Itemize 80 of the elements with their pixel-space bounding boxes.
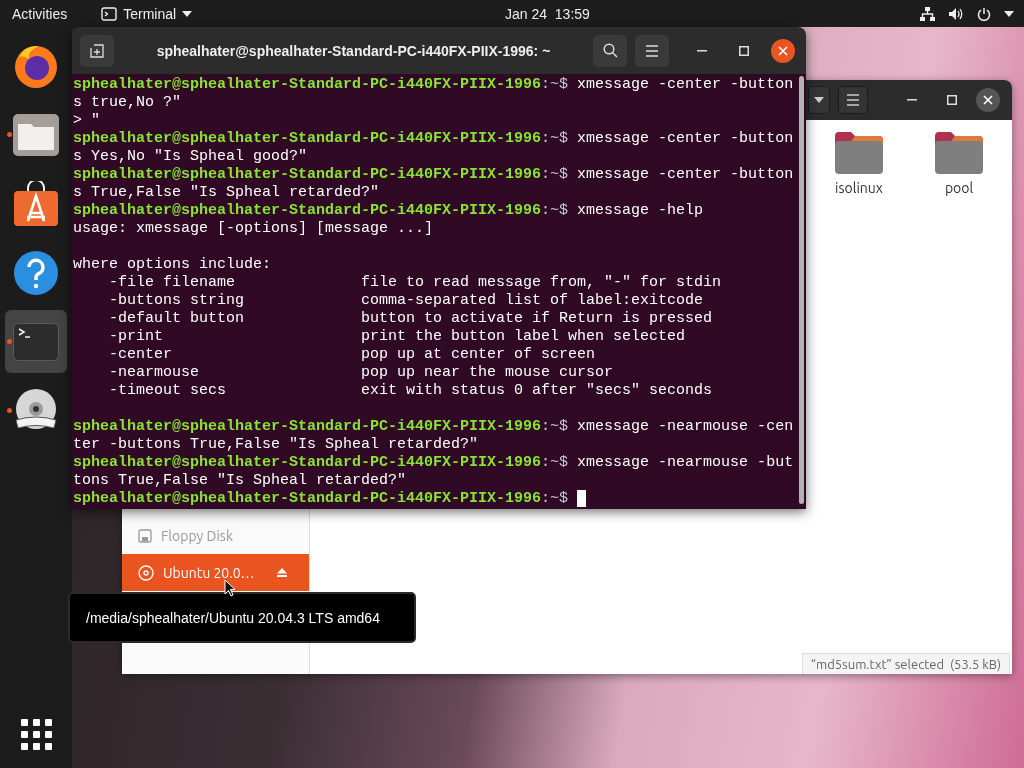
new-tab-icon (90, 43, 104, 58)
caret-icon[interactable] (1004, 10, 1014, 17)
folder-icon[interactable] (835, 132, 883, 174)
menu-button[interactable] (635, 34, 669, 67)
clock-text[interactable]: Jan 24 13:59 (505, 5, 590, 22)
path-tooltip: /media/sphealhater/Ubuntu 20.04.3 LTS amd64 (68, 592, 416, 643)
output-text: s Yes,No "Is Spheal good?" (73, 148, 308, 166)
prompt-path-text: :~$ (541, 130, 569, 148)
text-cursor (577, 490, 587, 507)
caret-icon (182, 10, 193, 17)
output-text: -print print the button label when selected (108, 328, 686, 346)
folder-icon[interactable] (935, 132, 983, 174)
prompt-path-text: :~$ (541, 454, 569, 472)
output-text: -default button button to activate if Return is pressed (108, 310, 713, 328)
help-icon (13, 249, 59, 296)
command-text: xmessage -nearmouse -cen (576, 418, 794, 436)
output-text: ter -buttons True,False "Is Spheal retarded?" (73, 436, 479, 454)
prompt-user-text: sphealhater@sphealhater-Standard-PC-i440FX-PIIX-1996 (73, 202, 542, 220)
mouse-pointer-icon (224, 579, 236, 597)
command-text: xmessage -center -button (576, 166, 794, 184)
folder-name: pool (944, 180, 974, 196)
maximize-icon[interactable] (739, 45, 749, 56)
terminal-icon (13, 322, 59, 361)
prompt-user-text: sphealhater@sphealhater-Standard-PC-i440FX-PIIX-1996 (73, 130, 542, 148)
output-text: s true,No ?" (73, 94, 182, 112)
output-text: -timeout secs exit with status 0 after "secs" seconds (108, 382, 713, 400)
maximize-icon[interactable] (947, 95, 957, 105)
command-text: xmessage -center -button (576, 130, 794, 148)
prompt-user-text: sphealhater@sphealhater-Standard-PC-i440FX-PIIX-1996 (73, 166, 542, 184)
search-button[interactable] (593, 34, 627, 67)
output-text: where options include: (73, 256, 272, 274)
output-text: -nearmouse pop up near the mouse cursor (108, 364, 614, 382)
prompt-path-text: :~$ (541, 166, 569, 184)
status-text: “md5sum.txt” selected (53.5 kB) (801, 653, 1010, 674)
terminal-icon (101, 6, 118, 21)
output-text: -buttons string comma-separated list of label:exitcode (108, 292, 704, 310)
power-icon[interactable] (977, 6, 991, 21)
prompt-user-text: sphealhater@sphealhater-Standard-PC-i440FX-PIIX-1996 (73, 76, 542, 94)
folder-name: isolinux (835, 180, 883, 196)
close-icon (778, 45, 788, 56)
new-tab-button[interactable] (80, 34, 114, 67)
app-grid-icon[interactable] (20, 719, 52, 750)
app-menu-button[interactable]: Terminal (123, 5, 177, 22)
command-text: xmessage -center -button (576, 76, 794, 94)
volume-icon[interactable] (948, 6, 964, 21)
close-button[interactable] (976, 88, 1000, 112)
menu-icon (846, 94, 860, 106)
output-text: -center pop up at center of screen (108, 346, 596, 364)
terminal-area[interactable] (72, 74, 806, 509)
prompt-path-text: :~$ (541, 418, 569, 436)
caret-icon (814, 97, 824, 103)
output-text: -file filename file to read message from, "-" for stdin (108, 274, 722, 292)
scrollbar[interactable] (799, 76, 804, 504)
view-options-button[interactable] (808, 86, 830, 114)
network-icon[interactable] (920, 6, 935, 21)
prompt-path-text: :~$ (541, 490, 569, 508)
command-text: xmessage -help (576, 202, 704, 220)
eject-icon[interactable] (277, 568, 287, 577)
search-icon (602, 43, 618, 58)
disc-icon (138, 564, 154, 581)
output-text: s True,False "Is Spheal retarded?" (73, 184, 380, 202)
prompt-path-text: :~$ (541, 76, 569, 94)
output-text: usage: xmessage [-options] [message ...] (73, 220, 434, 238)
sidebar-item[interactable]: Ubuntu 20.0… (122, 554, 309, 591)
prompt-user-text: sphealhater@sphealhater-Standard-PC-i440FX-PIIX-1996 (73, 454, 542, 472)
close-button[interactable] (771, 38, 795, 63)
close-icon (983, 95, 993, 105)
prompt-user-text: sphealhater@sphealhater-Standard-PC-i440FX-PIIX-1996 (73, 490, 542, 508)
output-text: tons True,False "Is Spheal retarded?" (73, 472, 407, 490)
activities-button[interactable]: Activities (12, 5, 68, 22)
output-text: > " (73, 112, 100, 130)
prompt-user-text: sphealhater@sphealhater-Standard-PC-i440FX-PIIX-1996 (73, 418, 542, 436)
menu-icon (645, 44, 659, 57)
menu-button[interactable] (838, 86, 868, 114)
prompt-path-text: :~$ (541, 202, 569, 220)
minimize-icon[interactable] (697, 49, 707, 52)
shopping-bag-icon (13, 180, 59, 227)
command-text: xmessage -nearmouse -but (576, 454, 794, 472)
window-title: sphealhater@sphealhater-Standard-PC-i440FX-PIIX-1996: ~ (155, 42, 552, 59)
folder-icon (13, 113, 59, 156)
